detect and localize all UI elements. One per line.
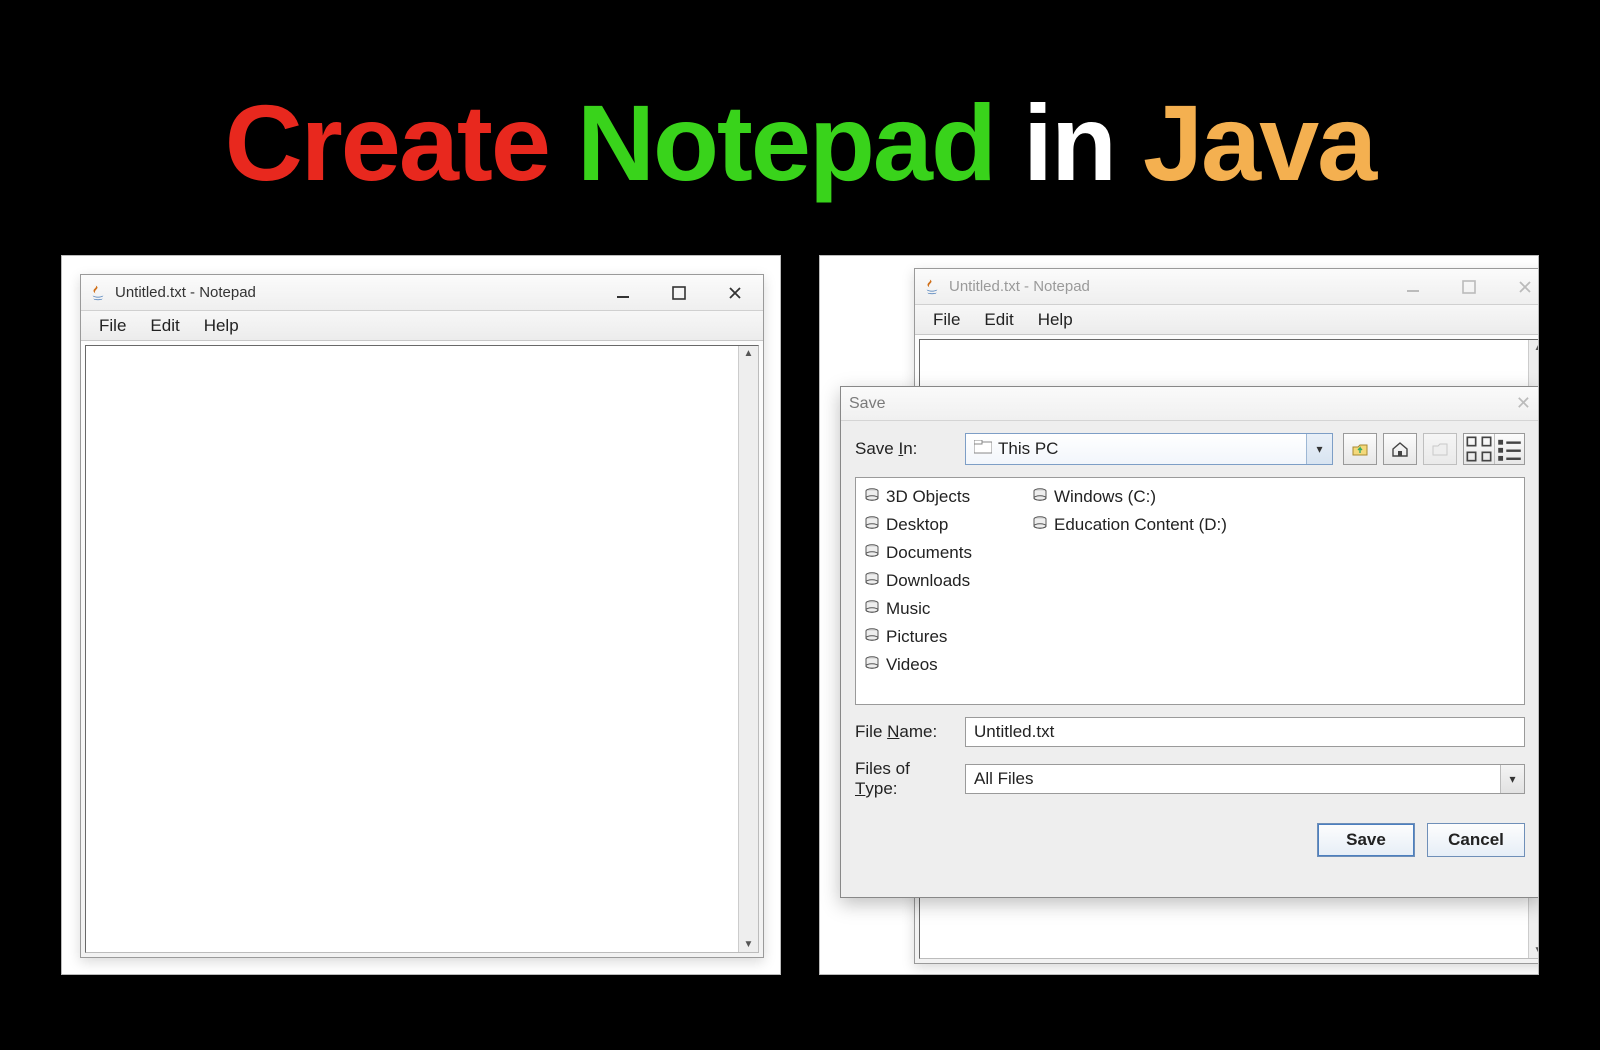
scroll-up-icon: ▲	[1534, 342, 1539, 353]
cancel-button[interactable]: Cancel	[1427, 823, 1525, 857]
disk-icon	[864, 487, 880, 508]
list-item[interactable]: 3D Objects	[864, 484, 972, 510]
view-list-icon	[1494, 434, 1524, 464]
scroll-down-icon: ▼	[744, 939, 754, 950]
save-dialog: Save ✕ Save In: This PC	[840, 386, 1539, 898]
page-heading: Create Notepad in Java	[0, 0, 1600, 255]
vertical-scrollbar[interactable]: ▲ ▼	[738, 346, 758, 952]
list-item[interactable]: Education Content (D:)	[1032, 512, 1227, 538]
save-in-combo[interactable]: This PC	[965, 433, 1333, 465]
menubar: File Edit Help	[915, 305, 1539, 335]
disk-icon	[864, 627, 880, 648]
heading-word-2: Notepad	[577, 82, 995, 203]
list-item[interactable]: Windows (C:)	[1032, 484, 1227, 510]
text-area[interactable]: ▲ ▼	[85, 345, 759, 953]
close-button[interactable]	[1497, 269, 1539, 304]
up-folder-button[interactable]	[1343, 433, 1377, 465]
minimize-button[interactable]	[595, 275, 651, 310]
file-name-label: File Name:	[855, 722, 955, 742]
file-type-combo[interactable]: All Files	[965, 764, 1525, 794]
scroll-up-icon: ▲	[744, 348, 754, 359]
menu-help[interactable]: Help	[196, 314, 247, 338]
disk-icon	[864, 571, 880, 592]
list-item[interactable]: Desktop	[864, 512, 972, 538]
file-name-input[interactable]	[965, 717, 1525, 747]
heading-word-4: Java	[1143, 82, 1375, 203]
chevron-down-icon[interactable]	[1500, 765, 1524, 793]
save-button[interactable]: Save	[1317, 823, 1415, 857]
new-folder-button[interactable]	[1423, 433, 1457, 465]
disk-icon	[1032, 487, 1048, 508]
menu-file[interactable]: File	[925, 308, 968, 332]
save-in-label: Save In:	[855, 439, 955, 459]
disk-icon	[1032, 515, 1048, 536]
left-panel: Untitled.txt - Notepad File Edit Help ▲ …	[61, 255, 781, 975]
menu-edit[interactable]: Edit	[976, 308, 1021, 332]
java-icon	[89, 284, 107, 302]
titlebar[interactable]: Untitled.txt - Notepad	[81, 275, 763, 311]
chevron-down-icon[interactable]	[1306, 434, 1332, 464]
disk-icon	[864, 543, 880, 564]
scroll-down-icon: ▼	[1534, 945, 1539, 956]
home-button[interactable]	[1383, 433, 1417, 465]
window-title: Untitled.txt - Notepad	[949, 278, 1090, 295]
file-type-label: Files of Type:	[855, 759, 955, 799]
titlebar[interactable]: Untitled.txt - Notepad	[915, 269, 1539, 305]
window-title: Untitled.txt - Notepad	[115, 284, 256, 301]
list-item[interactable]: Downloads	[864, 568, 972, 594]
dialog-titlebar[interactable]: Save ✕	[841, 387, 1539, 421]
list-item[interactable]: Music	[864, 596, 972, 622]
pc-icon	[974, 439, 992, 459]
disk-icon	[864, 655, 880, 676]
right-panel: Untitled.txt - Notepad File Edit Help ▲ …	[819, 255, 1539, 975]
minimize-button[interactable]	[1385, 269, 1441, 304]
menu-file[interactable]: File	[91, 314, 134, 338]
dialog-title: Save	[849, 395, 885, 413]
file-type-value: All Files	[974, 769, 1034, 789]
disk-icon	[864, 515, 880, 536]
notepad-window: Untitled.txt - Notepad File Edit Help ▲ …	[80, 274, 764, 958]
list-item[interactable]: Videos	[864, 652, 972, 678]
list-item[interactable]: Documents	[864, 540, 972, 566]
menubar: File Edit Help	[81, 311, 763, 341]
java-icon	[923, 278, 941, 296]
disk-icon	[864, 599, 880, 620]
menu-edit[interactable]: Edit	[142, 314, 187, 338]
heading-word-1: Create	[225, 82, 549, 203]
list-item[interactable]: Pictures	[864, 624, 972, 650]
view-icons-icon	[1464, 434, 1494, 464]
heading-word-3: in	[1023, 82, 1115, 203]
maximize-button[interactable]	[651, 275, 707, 310]
view-mode-toggle[interactable]	[1463, 433, 1525, 465]
save-in-value: This PC	[998, 439, 1058, 459]
file-list[interactable]: 3D Objects Desktop Documents Downloads M…	[855, 477, 1525, 705]
menu-help[interactable]: Help	[1030, 308, 1081, 332]
close-button[interactable]	[707, 275, 763, 310]
dialog-close-button[interactable]: ✕	[1516, 393, 1531, 414]
maximize-button[interactable]	[1441, 269, 1497, 304]
